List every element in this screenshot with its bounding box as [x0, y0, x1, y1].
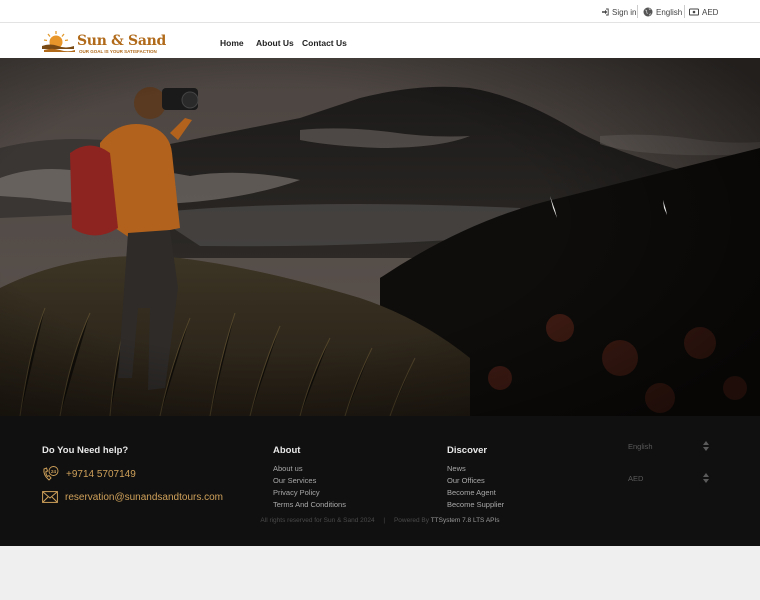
- svg-text:24: 24: [51, 469, 57, 474]
- nav-contact-us[interactable]: Contact Us: [302, 38, 347, 48]
- footer-link-become-agent[interactable]: Become Agent: [447, 488, 496, 497]
- logo[interactable]: Sun & Sand OUR GOAL IS YOUR SATISFACTION: [42, 29, 166, 55]
- footer-link-news[interactable]: News: [447, 464, 466, 473]
- divider: [637, 5, 638, 18]
- page-bottom-area: [0, 546, 760, 600]
- phone-link[interactable]: 24 +9714 5707149: [42, 466, 136, 482]
- top-utility-bar: Sign in English AED: [0, 0, 760, 23]
- nav-about-us[interactable]: About Us: [256, 38, 294, 48]
- currency-label: AED: [702, 7, 719, 17]
- copyright-text: All rights reserved for Sun & Sand 2024: [260, 517, 375, 524]
- footer-link-become-supplier[interactable]: Become Supplier: [447, 500, 504, 509]
- site-footer: Do You Need help? 24 +9714 5707149 reser…: [0, 416, 760, 546]
- nav-home[interactable]: Home: [220, 38, 244, 48]
- sun-logo-icon: [42, 31, 75, 52]
- phone-24h-icon: 24: [42, 466, 59, 482]
- money-icon: [689, 8, 699, 16]
- brand-name: Sun & Sand: [77, 33, 167, 49]
- footer-link-our-offices[interactable]: Our Offices: [447, 476, 485, 485]
- help-title: Do You Need help?: [42, 445, 129, 456]
- powered-by-link[interactable]: TTSystem 7.8 LTS APIs: [431, 517, 500, 524]
- discover-title: Discover: [447, 445, 488, 456]
- copyright-bar: All rights reserved for Sun & Sand 2024 …: [0, 517, 760, 524]
- envelope-icon: [42, 491, 58, 503]
- currency-switcher[interactable]: AED: [689, 5, 718, 19]
- select-arrows-icon: [702, 471, 710, 487]
- powered-by-label: Powered By: [393, 517, 429, 524]
- email-address: reservation@sunandsandtours.com: [65, 491, 224, 503]
- footer-link-privacy-policy[interactable]: Privacy Policy: [273, 488, 320, 497]
- sign-in-link[interactable]: Sign in: [601, 5, 636, 19]
- hero-photo: [0, 58, 760, 416]
- language-label: English: [656, 7, 683, 17]
- footer-currency-select[interactable]: AED: [628, 470, 712, 486]
- sign-in-label: Sign in: [612, 7, 637, 17]
- select-arrows-icon: [702, 439, 710, 455]
- main-header: Sun & Sand OUR GOAL IS YOUR SATISFACTION…: [0, 23, 760, 58]
- language-switcher[interactable]: English: [643, 5, 682, 19]
- footer-currency-value: AED: [628, 473, 644, 483]
- footer-link-terms[interactable]: Terms And Conditions: [273, 500, 346, 509]
- hero-banner-image: [0, 58, 760, 416]
- globe-icon: [643, 7, 653, 17]
- divider: [684, 5, 685, 18]
- email-link[interactable]: reservation@sunandsandtours.com: [42, 491, 223, 503]
- brand-tagline: OUR GOAL IS YOUR SATISFACTION: [79, 49, 157, 54]
- footer-link-about-us[interactable]: About us: [273, 464, 303, 473]
- footer-language-select[interactable]: English: [628, 438, 712, 454]
- sign-in-icon: [601, 8, 609, 16]
- footer-language-value: English: [628, 441, 653, 451]
- about-title: About: [273, 445, 301, 456]
- phone-number: +9714 5707149: [66, 468, 136, 480]
- divider: |: [383, 517, 386, 524]
- footer-link-our-services[interactable]: Our Services: [273, 476, 316, 485]
